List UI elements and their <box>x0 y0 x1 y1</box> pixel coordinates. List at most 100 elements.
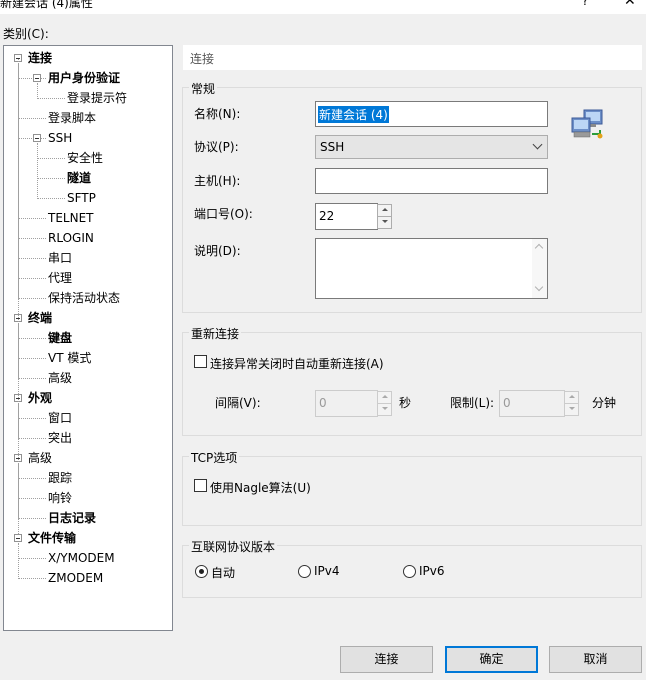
nagle-label[interactable]: 使用Nagle算法(U) <box>210 479 311 496</box>
general-group-title: 常规 <box>189 80 218 97</box>
tree-connector <box>18 258 46 259</box>
tree-item-label: 登录提示符 <box>67 91 128 105</box>
scroll-down-icon[interactable] <box>534 282 544 292</box>
tree-item[interactable]: ZMODEM <box>48 569 103 587</box>
ip-auto-label[interactable]: 自动 <box>211 564 235 581</box>
auto-reconnect-checkbox[interactable] <box>194 355 207 368</box>
tree-connector <box>18 498 46 499</box>
category-label: 类别(C): <box>3 27 49 41</box>
tree-item[interactable]: 突出 <box>48 429 72 447</box>
tree-item[interactable]: 日志记录 <box>48 509 96 527</box>
host-label: 主机(H): <box>194 174 241 188</box>
reconnect-group <box>182 332 642 436</box>
tree-item[interactable]: RLOGIN <box>48 229 94 247</box>
protocol-select[interactable]: SSH <box>315 135 548 159</box>
tree-item[interactable]: VT 模式 <box>48 349 91 367</box>
category-tree[interactable]: 连接用户身份验证登录提示符登录脚本 SSH 安全性隧道 SFTP TELNET RLOGI… <box>3 45 173 631</box>
tree-item[interactable]: 响铃 <box>48 489 72 507</box>
tree-item[interactable]: 登录脚本 <box>48 109 96 127</box>
close-button[interactable]: ✕ <box>624 0 636 9</box>
tree-item[interactable]: 高级 <box>48 369 72 387</box>
tree-item[interactable]: 外观 <box>28 389 52 407</box>
ip-auto-radio[interactable] <box>195 565 208 578</box>
collapse-toggle-icon[interactable] <box>33 74 41 82</box>
name-label: 名称(N): <box>194 107 241 121</box>
host-field[interactable] <box>315 168 548 194</box>
tree-item[interactable]: TELNET <box>48 209 94 227</box>
spin-down-button[interactable] <box>565 404 578 416</box>
tree-connector <box>37 98 65 99</box>
description-label: 说明(D): <box>194 244 241 258</box>
tree-connector <box>18 78 46 79</box>
tree-connector <box>37 178 65 179</box>
tree-item-label: 终端 <box>28 311 53 325</box>
tree-item[interactable]: 高级 <box>28 449 52 467</box>
tree-item[interactable]: 终端 <box>28 309 52 327</box>
spin-up-button[interactable] <box>565 392 578 404</box>
limit-field[interactable]: 0 <box>499 390 565 417</box>
tree-connector <box>18 138 46 139</box>
tree-item[interactable]: SSH <box>48 129 72 147</box>
description-field[interactable] <box>315 238 548 299</box>
interval-label: 间隔(V): <box>215 396 261 410</box>
collapse-toggle-icon[interactable] <box>33 134 41 142</box>
tree-item[interactable]: SFTP <box>67 189 96 207</box>
tree-item[interactable]: 安全性 <box>67 149 103 167</box>
ipv4-label[interactable]: IPv4 <box>314 564 340 578</box>
nagle-checkbox[interactable] <box>194 479 207 492</box>
limit-label: 限制(L): <box>450 396 495 410</box>
tree-connector <box>37 158 65 159</box>
tree-item-label: X/YMODEM <box>48 551 115 565</box>
tree-item-label: 响铃 <box>48 491 73 505</box>
tree-item[interactable]: 键盘 <box>48 329 72 347</box>
name-field[interactable]: 新建会话 (4) <box>315 101 548 127</box>
ipv6-label[interactable]: IPv6 <box>419 564 445 578</box>
tree-item-label: VT 模式 <box>48 351 92 365</box>
spin-down-button[interactable] <box>378 217 391 229</box>
ipv4-radio[interactable] <box>298 565 311 578</box>
tree-connector <box>18 118 46 119</box>
auto-reconnect-label[interactable]: 连接异常关闭时自动重新连接(A) <box>210 355 384 372</box>
interval-field[interactable]: 0 <box>315 390 378 417</box>
port-field[interactable]: 22 <box>315 203 378 230</box>
window-title: 新建会话 (4)属性 <box>0 0 93 10</box>
connect-button[interactable]: 连接 <box>340 646 433 673</box>
tree-connector <box>18 418 46 419</box>
cancel-button[interactable]: 取消 <box>549 646 642 673</box>
tree-item[interactable]: 串口 <box>48 249 72 267</box>
tree-item-label: 保持活动状态 <box>48 291 121 305</box>
ipv6-radio[interactable] <box>403 565 416 578</box>
tree-item-label: RLOGIN <box>48 231 94 245</box>
port-spinner[interactable] <box>377 204 392 229</box>
tree-item[interactable]: 跟踪 <box>48 469 72 487</box>
tree-item-label: 连接 <box>28 51 53 65</box>
spin-up-button[interactable] <box>378 205 391 217</box>
scroll-up-icon[interactable] <box>534 243 544 253</box>
tree-item[interactable]: 连接 <box>28 49 52 67</box>
panel-title: 连接 <box>190 52 215 66</box>
spin-up-button[interactable] <box>378 392 391 404</box>
arrow-down-icon <box>569 406 575 410</box>
tree-item[interactable]: 窗口 <box>48 409 72 427</box>
tree-item[interactable]: 隧道 <box>67 169 91 187</box>
tree-item[interactable]: 登录提示符 <box>67 89 127 107</box>
tree-item-label: 高级 <box>48 371 73 385</box>
interval-spinner[interactable] <box>377 391 392 416</box>
ip-version-group-title: 互联网协议版本 <box>189 538 278 555</box>
tree-connector <box>18 298 46 299</box>
tree-item[interactable]: X/YMODEM <box>48 549 115 567</box>
tree-item-label: 日志记录 <box>48 511 97 525</box>
collapse-toggle-icon[interactable] <box>14 534 22 542</box>
limit-spinner[interactable] <box>564 391 579 416</box>
arrow-up-icon <box>382 395 388 398</box>
tree-connector <box>18 338 46 339</box>
tree-item-label: 安全性 <box>67 151 104 165</box>
tree-item[interactable]: 文件传输 <box>28 529 76 547</box>
description-scrollbar[interactable] <box>532 239 547 298</box>
ok-button[interactable]: 确定 <box>445 646 538 673</box>
help-button[interactable]: ? <box>582 0 588 8</box>
spin-down-button[interactable] <box>378 404 391 416</box>
tree-item[interactable]: 保持活动状态 <box>48 289 120 307</box>
tree-item[interactable]: 代理 <box>48 269 72 287</box>
tree-item[interactable]: 用户身份验证 <box>48 69 120 87</box>
